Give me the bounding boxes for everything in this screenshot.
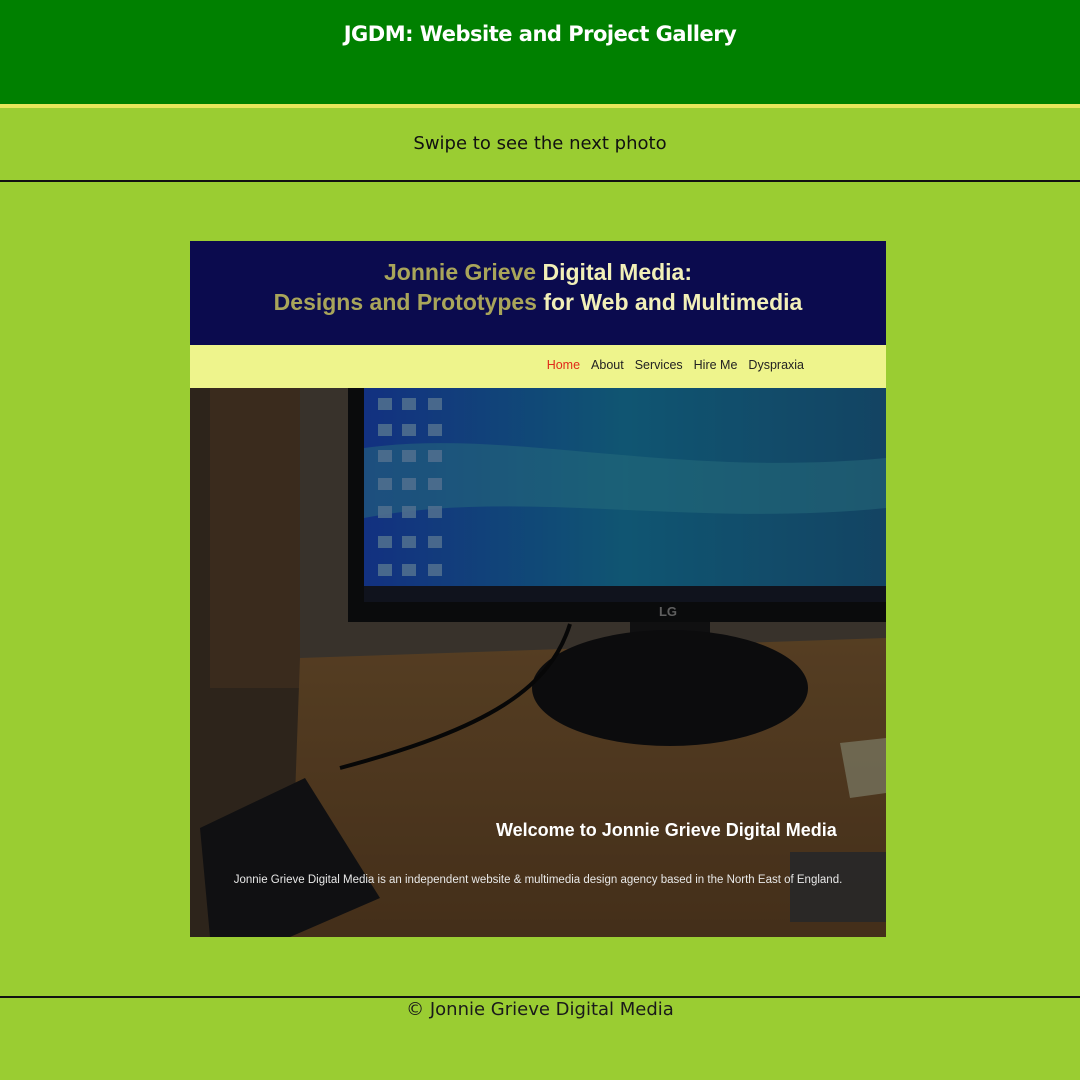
mock-nav-home: Home: [546, 358, 581, 372]
photo-overlay: [190, 388, 886, 937]
mock-nav-dyspraxia: Dyspraxia: [748, 358, 804, 372]
hero-photo: LG Welcome to Jonnie Grieve Digital Medi…: [190, 388, 886, 937]
mock-title-designs: Designs and Prototypes: [273, 289, 537, 315]
mock-nav-about: About: [591, 358, 624, 372]
divider-bottom: [0, 996, 1080, 998]
mock-site-title: Jonnie Grieve Digital Media: Designs and…: [190, 257, 886, 317]
swipe-instruction: Swipe to see the next photo: [413, 133, 667, 154]
site-title: JGDM: Website and Project Gallery: [343, 22, 737, 46]
divider-top: [0, 180, 1080, 182]
gallery-slide[interactable]: Jonnie Grieve Digital Media: Designs and…: [190, 241, 886, 937]
mock-site-header: Jonnie Grieve Digital Media: Designs and…: [190, 241, 886, 345]
mock-title-name: Jonnie Grieve: [383, 259, 537, 285]
site-header: JGDM: Website and Project Gallery: [0, 0, 1080, 108]
mock-nav-services: Services: [634, 358, 683, 372]
mock-title-digital-media: Digital Media:: [542, 259, 693, 285]
mock-title-web-multimedia: for Web and Multimedia: [543, 289, 803, 315]
hero-description: Jonnie Grieve Digital Media is an indepe…: [233, 874, 843, 886]
hero-heading: Welcome to Jonnie Grieve Digital Media: [496, 820, 837, 840]
footer-copyright: © Jonnie Grieve Digital Media: [406, 999, 674, 1020]
mock-nav-hire-me: Hire Me: [693, 358, 738, 372]
mock-site-nav: Home About Services Hire Me Dyspraxia: [190, 345, 886, 388]
